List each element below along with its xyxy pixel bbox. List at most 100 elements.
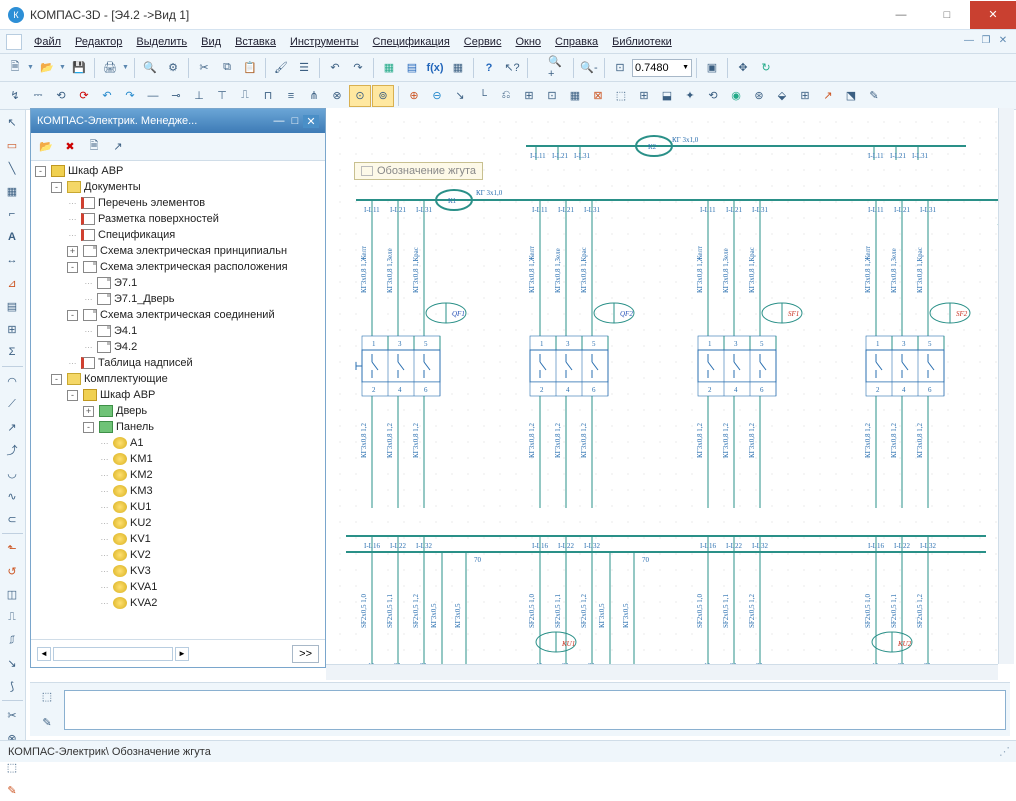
resize-grip[interactable]: ⋰ (999, 745, 1008, 758)
panel-close-button[interactable]: ✕ (303, 115, 319, 128)
lt-n[interactable]: ⟆ (1, 675, 23, 697)
t2-6[interactable]: ↷ (119, 85, 141, 107)
menu-insert[interactable]: Вставка (229, 34, 282, 50)
lt-b[interactable]: ⟋ (1, 393, 23, 415)
panel-go-button[interactable]: >> (292, 645, 319, 663)
panel-max-button[interactable]: □ (287, 115, 303, 127)
tree-item[interactable]: ⋯KU1 (31, 499, 325, 515)
t2-10[interactable]: ⊤ (211, 85, 233, 107)
t2-32[interactable]: ⊛ (748, 85, 770, 107)
tree-item[interactable]: -Панель (31, 419, 325, 435)
t2-24[interactable]: ▦ (564, 85, 586, 107)
menu-tools[interactable]: Инструменты (284, 34, 365, 50)
t2-4[interactable]: ⟳ (73, 85, 95, 107)
mdi-restore-icon[interactable]: ❐ (979, 35, 993, 49)
tree-item[interactable]: ⋯KVA1 (31, 579, 325, 595)
doc-icon[interactable] (6, 34, 22, 50)
lt-text[interactable]: A (1, 226, 23, 248)
tree-item[interactable]: -Комплектующие (31, 371, 325, 387)
tree-item[interactable]: ⋯KVA2 (31, 595, 325, 611)
panel-min-button[interactable]: — (271, 115, 287, 127)
cmd-icon-2[interactable]: ✎ (36, 712, 58, 734)
lt-r[interactable]: ✎ (1, 779, 23, 801)
menu-spec[interactable]: Спецификация (367, 34, 456, 50)
t2-harness-label[interactable]: ⊚ (372, 85, 394, 107)
tree-item[interactable]: ⋯KU2 (31, 515, 325, 531)
menu-help[interactable]: Справка (549, 34, 604, 50)
tree-item[interactable]: ⋯Перечень элементов (31, 195, 325, 211)
scroll-right-button[interactable]: ► (175, 647, 189, 661)
canvas-hscroll[interactable] (326, 664, 998, 680)
t2-18[interactable]: ⊖ (426, 85, 448, 107)
lt-dim[interactable]: ↔ (1, 249, 23, 271)
project-tree[interactable]: -Шкаф АВР-Документы⋯Перечень элементов⋯Р… (31, 161, 325, 639)
cmd-icon-1[interactable]: ⬚ (36, 686, 58, 708)
lt-grid[interactable]: ▦ (1, 180, 23, 202)
tree-item[interactable]: -Шкаф АВР (31, 163, 325, 179)
canvas-vscroll[interactable] (998, 108, 1014, 664)
lt-d2[interactable]: ⊿ (1, 272, 23, 294)
lt-cal[interactable]: Σ (1, 341, 23, 363)
print-button[interactable]: 🖨 (99, 57, 121, 79)
lt-line[interactable]: ╲ (1, 157, 23, 179)
tree-item[interactable]: -Схема электрическая соединений (31, 307, 325, 323)
t2-17[interactable]: ⊕ (403, 85, 425, 107)
tree-item[interactable]: -Документы (31, 179, 325, 195)
tree-item[interactable]: +Дверь (31, 403, 325, 419)
t2-26[interactable]: ⬚ (610, 85, 632, 107)
tree-item[interactable]: ⋯KM3 (31, 483, 325, 499)
zoom-fit-button[interactable]: ⊡ (609, 57, 631, 79)
tree-item[interactable]: ⋯KV2 (31, 547, 325, 563)
tree-item[interactable]: ⋯Спецификация (31, 227, 325, 243)
t2-15[interactable]: ⊗ (326, 85, 348, 107)
t2-28[interactable]: ⬓ (656, 85, 678, 107)
t2-34[interactable]: ⊞ (794, 85, 816, 107)
lt-h[interactable]: ⬑ (1, 537, 23, 559)
fx-button[interactable]: f(x) (424, 57, 446, 79)
tree-item[interactable]: -Схема электрическая расположения (31, 259, 325, 275)
pan-button[interactable]: ✥ (732, 57, 754, 79)
menu-editor[interactable]: Редактор (69, 34, 128, 50)
lt-f[interactable]: ∿ (1, 485, 23, 507)
t2-13[interactable]: ≡ (280, 85, 302, 107)
t2-harness[interactable]: ⊙ (349, 85, 371, 107)
lt-o[interactable]: ✂ (1, 704, 23, 726)
tree-item[interactable]: ⋯Разметка поверхностей (31, 211, 325, 227)
drawing-canvas[interactable]: К2КГ 3х1,0I-L11I-L21I-L31I-L11I-L21I-L31… (326, 108, 1014, 664)
panel-exp-button[interactable]: ↗ (107, 136, 129, 158)
t2-27[interactable]: ⊞ (633, 85, 655, 107)
maximize-button[interactable]: □ (924, 1, 970, 29)
t2-1[interactable]: ↯ (4, 85, 26, 107)
t2-11[interactable]: ⎍ (234, 85, 256, 107)
t2-19[interactable]: ↘ (449, 85, 471, 107)
command-input[interactable] (64, 690, 1006, 730)
copy-button[interactable]: ⧉ (216, 57, 238, 79)
t2-29[interactable]: ✦ (679, 85, 701, 107)
grid-button[interactable]: ▦ (447, 57, 469, 79)
scroll-left-button[interactable]: ◄ (37, 647, 51, 661)
tree-item[interactable]: ⋯Таблица надписей (31, 355, 325, 371)
lt-lay[interactable]: ▤ (1, 295, 23, 317)
props-button[interactable]: ☰ (293, 57, 315, 79)
lt-a[interactable]: ◠ (1, 370, 23, 392)
lt-c[interactable]: ↗ (1, 416, 23, 438)
tree-item[interactable]: ⋯KM1 (31, 451, 325, 467)
preview-button[interactable]: 🔍 (139, 57, 161, 79)
lt-d[interactable]: ⤴ (1, 439, 23, 461)
scroll-track[interactable] (53, 647, 173, 661)
t2-36[interactable]: ⬔ (840, 85, 862, 107)
paste-button[interactable]: 📋 (239, 57, 261, 79)
menu-libs[interactable]: Библиотеки (606, 34, 678, 50)
t2-2[interactable]: ⎓ (27, 85, 49, 107)
help-button[interactable]: ? (478, 57, 500, 79)
lt-e[interactable]: ◡ (1, 462, 23, 484)
undo-button[interactable]: ↶ (324, 57, 346, 79)
tree-item[interactable]: ⋯Э7.1_Дверь (31, 291, 325, 307)
t2-31[interactable]: ◉ (725, 85, 747, 107)
menu-service[interactable]: Сервис (458, 34, 508, 50)
t2-3[interactable]: ⟲ (50, 85, 72, 107)
refresh-button[interactable]: ↻ (755, 57, 777, 79)
t2-14[interactable]: ⋔ (303, 85, 325, 107)
t2-9[interactable]: ⊥ (188, 85, 210, 107)
save-button[interactable]: 💾 (68, 57, 90, 79)
